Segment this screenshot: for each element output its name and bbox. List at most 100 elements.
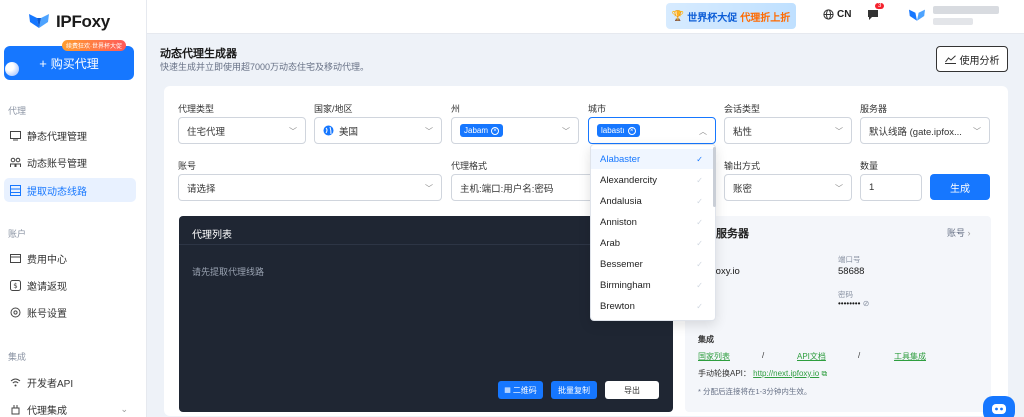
export-button[interactable]: 导出	[605, 381, 659, 399]
chart-line-icon	[944, 54, 956, 64]
sidebar-item-billing[interactable]: 费用中心	[4, 246, 136, 270]
session-type-select[interactable]: 粘性 ﹀	[724, 117, 852, 144]
proxy-list-title: 代理列表	[192, 230, 232, 241]
username-blurred	[933, 6, 999, 14]
chat-support-button[interactable]	[983, 396, 1015, 417]
sidebar-item-proxy-integration[interactable]: 代理集成 ⌄	[4, 397, 136, 417]
eye-off-icon[interactable]: ⊘	[863, 299, 870, 308]
api-url-link[interactable]: http://next.ipfoxy.io	[753, 369, 819, 378]
proxy-type-label: 代理类型	[178, 104, 215, 114]
logo[interactable]: IPFoxy	[28, 12, 110, 32]
robot-icon	[992, 404, 1006, 414]
server-select[interactable]: 默认线路 (gate.ipfox... ﹀	[860, 117, 990, 144]
check-icon: ✓	[696, 301, 703, 311]
output-mode-label: 输出方式	[724, 161, 761, 171]
check-icon: ✓	[696, 154, 703, 164]
country-list-link[interactable]: 国家列表	[698, 351, 730, 362]
chevron-down-icon: ﹀	[835, 184, 843, 193]
copy-icon[interactable]: ⧉	[821, 369, 827, 378]
city-option[interactable]: Andalusia ✓	[591, 191, 715, 211]
buy-proxy-button[interactable]: + 购买代理	[4, 46, 134, 80]
proxy-type-value: 住宅代理	[187, 126, 226, 138]
topbar: 🏆 世界杯大促 代理折上折 CN 3	[147, 0, 1024, 34]
city-option-label: Birmingham	[600, 279, 651, 291]
proxy-type-select[interactable]: 住宅代理 ﹀	[178, 117, 306, 144]
generate-button[interactable]: 生成	[930, 174, 990, 200]
state-select[interactable]: Jabam × ﹀	[451, 117, 579, 144]
plus-icon: +	[39, 55, 47, 71]
city-option[interactable]: Brewton ✓	[591, 296, 715, 316]
page-subtitle: 快速生成并立即使用超7000万动态住宅及移动代理。	[160, 62, 370, 72]
city-option[interactable]: Anniston ✓	[591, 212, 715, 232]
sidebar-item-account-settings[interactable]: 账号设置	[4, 300, 136, 324]
message-icon	[868, 10, 878, 20]
sidebar-item-label: 提取动态线路	[27, 186, 87, 198]
section-label-account: 账户	[8, 229, 27, 239]
usage-analysis-button[interactable]: 使用分析	[936, 46, 1008, 72]
monitor-icon	[10, 130, 21, 141]
sidebar-item-extract-lines[interactable]: 提取动态线路	[4, 178, 136, 202]
sidebar-item-referral[interactable]: $ 邀请返现	[4, 273, 136, 297]
avatar[interactable]	[907, 8, 927, 24]
football-icon	[5, 62, 19, 76]
quantity-input[interactable]: 1	[860, 174, 922, 201]
output-mode-select[interactable]: 账密 ﹀	[724, 174, 852, 201]
sidebar-item-label: 邀请返现	[27, 281, 67, 293]
check-icon: ✓	[696, 259, 703, 269]
city-dropdown: Alabaster ✓ Alexandercity ✓ Andalusia ✓ …	[590, 144, 716, 321]
close-icon[interactable]: ×	[491, 126, 500, 135]
city-option-label: Andalusia	[600, 195, 642, 207]
port-value: 58688	[838, 266, 865, 277]
svg-text:$: $	[13, 282, 17, 290]
language-switcher[interactable]: CN	[823, 9, 851, 20]
city-select[interactable]: labastı × ︿	[588, 117, 716, 144]
chevron-down-icon: ﹀	[289, 127, 297, 136]
city-label: 城市	[588, 104, 607, 114]
state-tag[interactable]: Jabam ×	[460, 124, 504, 137]
city-option[interactable]: Bessemer ✓	[591, 254, 715, 274]
tool-integration-link[interactable]: 工具集成	[894, 351, 926, 362]
messages-button[interactable]: 3	[867, 3, 885, 24]
qr-code-label: 二维码	[512, 385, 537, 395]
language-label: CN	[837, 9, 852, 20]
globe-icon	[823, 9, 834, 20]
promo-banner[interactable]: 🏆 世界杯大促 代理折上折	[666, 3, 796, 29]
message-count-badge: 3	[875, 3, 885, 9]
api-docs-link[interactable]: API文档	[797, 351, 826, 362]
check-icon: ✓	[696, 175, 703, 185]
sidebar-item-label: 费用中心	[27, 254, 67, 266]
state-tag-label: Jabam	[464, 126, 489, 135]
city-option[interactable]: Alabaster ✓	[591, 149, 715, 169]
buy-proxy-label: 购买代理	[50, 56, 99, 71]
country-select[interactable]: 美国 ﹀	[314, 117, 442, 144]
wallet-icon	[10, 253, 21, 264]
close-icon[interactable]: ×	[627, 126, 636, 135]
server-info-panel: 理服务器 账号 › 器 .ipfoxy.io 端口号 58688 名 密码 ••…	[685, 216, 991, 412]
password-value: •••••••• ⊘	[838, 299, 869, 308]
account-link[interactable]: 账号 ›	[947, 226, 971, 239]
chevron-down-icon: ﹀	[425, 127, 433, 136]
sidebar-item-static-proxy[interactable]: 静态代理管理	[4, 123, 136, 147]
city-option[interactable]: Birmingham ✓	[591, 275, 715, 295]
sidebar-item-label: 静态代理管理	[27, 131, 87, 143]
account-select[interactable]: 请选择 ﹀	[178, 174, 442, 201]
city-option[interactable]: Alexandercity ✓	[591, 170, 715, 190]
sidebar-item-dynamic-account[interactable]: 动态账号管理	[4, 150, 136, 174]
account-link-label: 账号	[947, 228, 966, 238]
city-tag[interactable]: labastı ×	[597, 124, 640, 137]
city-tag-label: labastı	[601, 126, 625, 135]
dropdown-scrollbar[interactable]	[713, 147, 716, 207]
manual-rotate-api: 手动轮换API： http://next.ipfoxy.io ⧉	[698, 368, 827, 379]
integration-title: 集成	[698, 335, 714, 344]
country-value: 美国	[339, 126, 359, 138]
link-separator: /	[858, 351, 861, 360]
country-label: 国家/地区	[314, 104, 353, 114]
sidebar-item-developer-api[interactable]: 开发者API	[4, 370, 136, 394]
city-option[interactable]: Arab ✓	[591, 233, 715, 253]
proxy-list-empty-text: 请先提取代理线路	[192, 267, 265, 277]
batch-copy-button[interactable]: 批量复制	[551, 381, 597, 399]
qr-code-button[interactable]: ▦ 二维码	[498, 381, 543, 399]
globe-icon	[323, 125, 334, 136]
list-icon	[10, 184, 21, 196]
trophy-icon: 🏆	[671, 10, 685, 22]
